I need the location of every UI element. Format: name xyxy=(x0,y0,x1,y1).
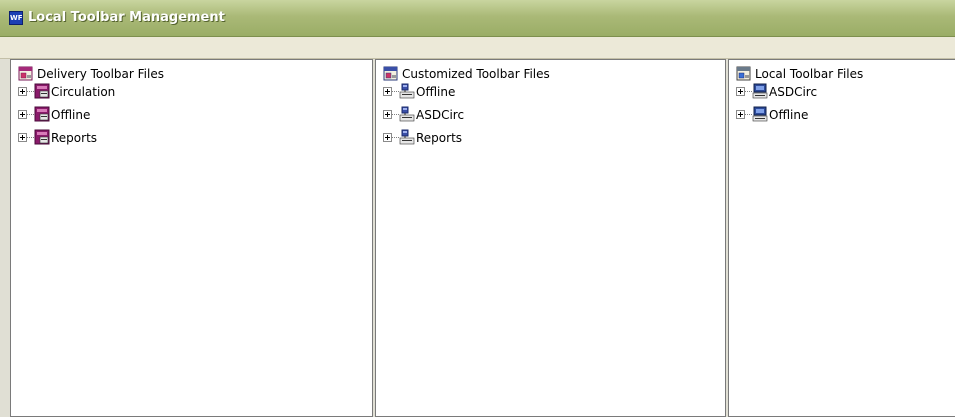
expand-toggle[interactable] xyxy=(18,110,27,119)
tree-node-label: Circulation xyxy=(51,85,116,99)
tree-root-label: Customized Toolbar Files xyxy=(402,67,550,81)
tree-root-label: Delivery Toolbar Files xyxy=(37,67,164,81)
delivery-toolbar-icon xyxy=(34,129,50,145)
toolbar-root-icon xyxy=(18,66,33,81)
expand-toggle[interactable] xyxy=(736,110,745,119)
expand-toggle[interactable] xyxy=(18,133,27,142)
expand-toggle[interactable] xyxy=(383,87,392,96)
toolbar-strip xyxy=(0,37,955,59)
tree-connector xyxy=(745,114,752,115)
tree-node-label: Reports xyxy=(51,131,98,145)
tree-node-label: Reports xyxy=(416,131,463,145)
tree-connector xyxy=(392,114,399,115)
customized-toolbar-icon xyxy=(399,83,415,99)
tree-connector xyxy=(27,137,34,138)
toolbar-root-icon xyxy=(383,66,398,81)
customized-toolbar-icon xyxy=(399,129,415,145)
toolbar-root-icon xyxy=(736,66,751,81)
tree-connector xyxy=(392,137,399,138)
tree-connector xyxy=(745,91,752,92)
expand-toggle[interactable] xyxy=(383,110,392,119)
local-toolbar-icon xyxy=(752,83,768,99)
delivery-toolbar-panel[interactable]: Delivery Toolbar Files Circulation Offli… xyxy=(10,59,373,417)
delivery-toolbar-icon xyxy=(34,106,50,122)
expand-toggle[interactable] xyxy=(736,87,745,96)
tree-node-label: ASDCirc xyxy=(416,108,465,122)
tree-connector xyxy=(27,114,34,115)
delivery-toolbar-icon xyxy=(34,83,50,99)
window-titlebar: WF Local Toolbar Management xyxy=(0,0,955,37)
local-toolbar-panel[interactable]: Local Toolbar Files ASDCirc Offline xyxy=(728,59,955,417)
panels-container: Delivery Toolbar Files Circulation Offli… xyxy=(0,59,955,417)
tree-connector xyxy=(392,91,399,92)
customized-toolbar-icon xyxy=(399,106,415,122)
tree-node-label: Offline xyxy=(769,108,809,122)
tree-node-label: ASDCirc xyxy=(769,85,818,99)
tree-node-label: Offline xyxy=(51,108,91,122)
tree-node-label: Offline xyxy=(416,85,456,99)
window-title: Local Toolbar Management xyxy=(28,10,225,25)
expand-toggle[interactable] xyxy=(18,87,27,96)
app-icon: WF xyxy=(9,11,23,25)
local-toolbar-icon xyxy=(752,106,768,122)
tree-root-label: Local Toolbar Files xyxy=(755,67,864,81)
tree-connector xyxy=(27,91,34,92)
customized-toolbar-panel[interactable]: Customized Toolbar Files Offline ASDCirc… xyxy=(375,59,726,417)
expand-toggle[interactable] xyxy=(383,133,392,142)
